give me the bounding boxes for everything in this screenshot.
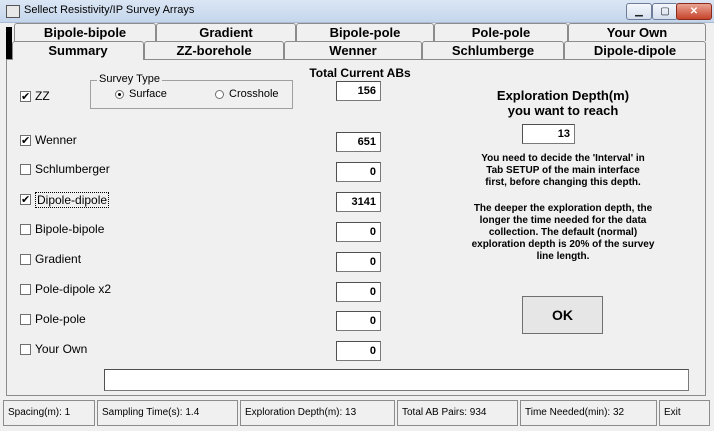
tab-summary[interactable]: Summary [12,41,144,60]
label-wenner: Wenner [35,133,77,147]
count-your-own[interactable]: 0 [336,341,381,361]
checkbox-gradient[interactable] [20,254,31,265]
tab-pole-pole[interactable]: Pole-pole [434,23,568,41]
radio-crosshole-label: Crosshole [229,88,279,100]
total-current-label: Total Current ABs [309,66,411,80]
count-schlumberger[interactable]: 0 [336,162,381,182]
interval-note: You need to decide the 'Interval' in Tab… [481,153,645,188]
app-icon [6,5,20,18]
checkbox-dipole-dipole[interactable]: ✔ [20,194,31,206]
survey-type-legend: Survey Type [97,73,162,85]
tab-zz-borehole[interactable]: ZZ-borehole [144,41,284,59]
tab-bipole-bipole[interactable]: Bipole-bipole [14,23,156,41]
tab-dipole-dipole[interactable]: Dipole-dipole [564,41,706,59]
exit-button[interactable]: Exit [659,400,710,426]
status-spacing: Spacing(m): 1 [3,400,95,426]
count-wenner[interactable]: 651 [336,132,381,152]
count-pole-dipole[interactable]: 0 [336,282,381,302]
tab-schlumberger[interactable]: Schlumberge [422,41,564,59]
radio-surface[interactable] [115,90,124,99]
checkbox-bipole-bipole[interactable] [20,224,31,235]
title-bar: Sellect Resistivity/IP Survey Arrays ▁ ▢… [0,0,714,23]
radio-crosshole[interactable] [215,90,224,99]
count-pole-pole[interactable]: 0 [336,311,381,331]
label-pole-dipole: Pole-dipole x2 [35,282,112,296]
label-zz: ZZ [35,89,50,103]
exploration-depth-input[interactable]: 13 [522,124,575,144]
count-dipole-dipole[interactable]: 3141 [336,192,381,212]
close-button[interactable]: ✕ [676,3,712,20]
exploration-depth-subheading: you want to reach [507,103,619,118]
label-your-own: Your Own [35,342,88,356]
checkbox-wenner[interactable]: ✔ [20,135,31,147]
checkbox-your-own[interactable] [20,344,31,355]
status-sampling-time: Sampling Time(s): 1.4 [97,400,238,426]
status-total-ab-pairs: Total AB Pairs: 934 [397,400,518,426]
window-title: Sellect Resistivity/IP Survey Arrays [24,4,195,16]
count-zz[interactable]: 156 [336,81,381,101]
depth-note: The deeper the exploration depth, the lo… [471,203,655,262]
label-dipole-dipole: Dipole-dipole [35,192,110,208]
label-schlumberger: Schlumberger [35,162,110,176]
tab-gradient[interactable]: Gradient [156,23,296,41]
count-gradient[interactable]: 0 [336,252,381,272]
tab-your-own[interactable]: Your Own [568,23,706,41]
checkbox-pole-pole[interactable] [20,314,31,325]
checkbox-schlumberger[interactable] [20,164,31,175]
maximize-button[interactable]: ▢ [652,3,678,20]
tab-bipole-pole[interactable]: Bipole-pole [296,23,434,41]
checkbox-pole-dipole[interactable] [20,284,31,295]
tab-wenner[interactable]: Wenner [284,41,422,59]
status-exploration-depth: Exploration Depth(m): 13 [240,400,395,426]
exploration-depth-heading: Exploration Depth(m) [496,88,630,103]
count-bipole-bipole[interactable]: 0 [336,222,381,242]
radio-surface-label: Surface [129,88,167,100]
ok-button[interactable]: OK [522,296,603,334]
status-time-needed: Time Needed(min): 32 [520,400,657,426]
message-box[interactable] [104,369,689,391]
label-gradient: Gradient [35,252,82,266]
minimize-button[interactable]: ▁ [626,3,652,20]
label-bipole-bipole: Bipole-bipole [35,222,105,236]
checkbox-zz[interactable]: ✔ [20,91,31,103]
label-pole-pole: Pole-pole [35,312,86,326]
